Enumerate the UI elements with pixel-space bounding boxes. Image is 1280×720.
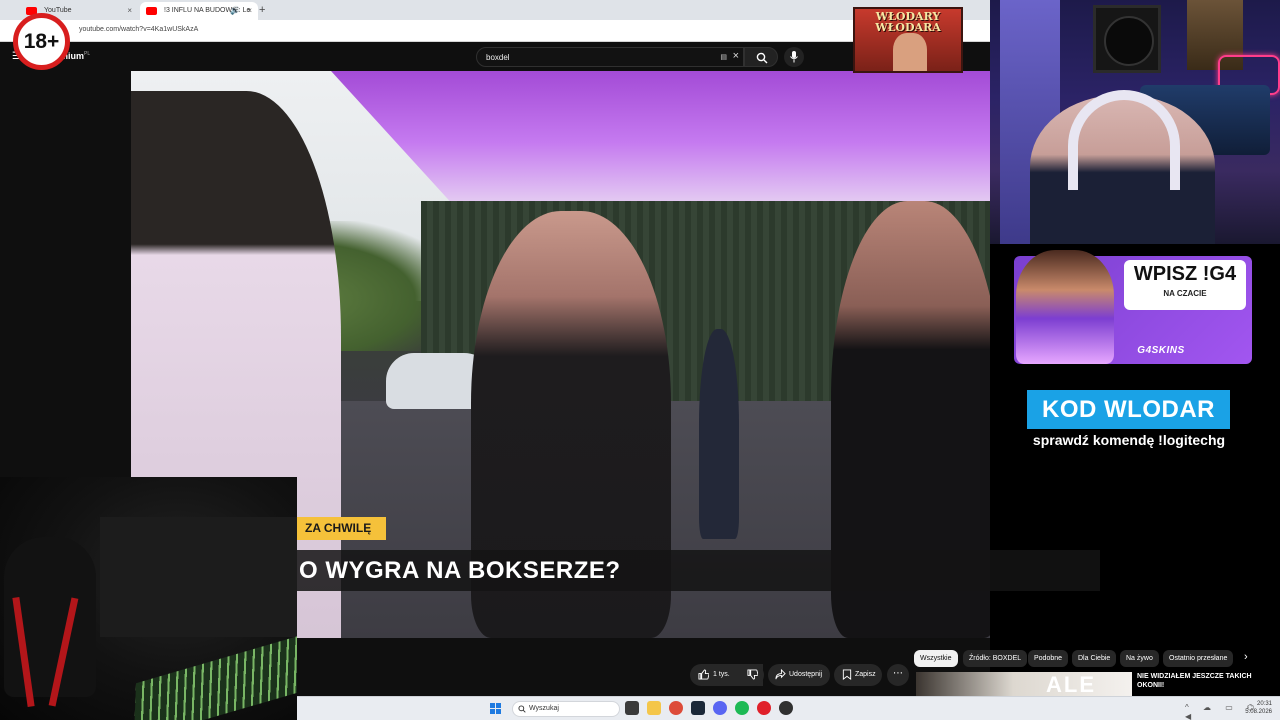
channel-logo: WŁODARY WŁODARA xyxy=(853,7,963,73)
search-icon xyxy=(518,705,526,713)
lower-third-title: O WYGRA NA BOKSERZE? xyxy=(297,550,1100,591)
chip-related[interactable]: Podobne xyxy=(1028,650,1069,667)
promo-code-box: KOD WLODAR xyxy=(1027,390,1230,429)
save-button[interactable]: Zapisz xyxy=(834,664,882,686)
cam-keyboard xyxy=(133,633,297,720)
taskbar-search-placeholder: Wyszukaj xyxy=(529,705,559,712)
streamer-webcam xyxy=(990,0,1280,244)
channel-logo-text: WŁODARY WŁODARA xyxy=(875,10,941,34)
taskbar-search[interactable]: Wyszukaj xyxy=(512,701,620,717)
search-icon xyxy=(756,52,768,64)
sponsor-subline: NA CZACIE xyxy=(1163,289,1207,298)
task-view-icon[interactable] xyxy=(625,701,639,715)
windows-start-icon[interactable] xyxy=(490,703,502,715)
search-input[interactable]: boxdel ▤ × xyxy=(476,47,744,67)
file-explorer-icon[interactable] xyxy=(647,701,661,715)
spotify-icon[interactable] xyxy=(735,701,749,715)
suggested-video[interactable]: ALE NIE WIDZIAŁEM JESZCZE TAKICH OKONII! xyxy=(914,670,1280,697)
tab-close-icon[interactable]: × xyxy=(127,2,132,20)
chip-for-you[interactable]: Dla Ciebie xyxy=(1072,650,1117,667)
keyboard-camera xyxy=(0,477,297,720)
save-bookmark-icon xyxy=(842,669,852,680)
video-person-bg xyxy=(699,329,739,539)
region-label: PL xyxy=(84,51,91,57)
address-bar[interactable]: youtube.com/watch?v=4Ka1wUSkAzA xyxy=(0,20,990,42)
sponsor-callout: WPISZ !G4 NA CZACIE xyxy=(1124,260,1246,310)
speaker-icon[interactable]: 🔊 xyxy=(230,2,240,20)
search-button[interactable] xyxy=(744,47,778,67)
tab-video[interactable]: !3 INFLU NA BUDOWIE: Le 🔊 × xyxy=(140,2,258,20)
thumbs-down-icon xyxy=(747,669,758,680)
chip-live[interactable]: Na żywo xyxy=(1120,650,1159,667)
chip-source[interactable]: Źródło: BOXDEL xyxy=(963,650,1028,667)
discord-icon[interactable] xyxy=(713,701,727,715)
sponsor-headline: WPISZ !G4 xyxy=(1133,263,1237,285)
age-rating-badge: 18+ xyxy=(13,13,70,70)
clear-search-icon[interactable]: × xyxy=(733,50,739,62)
thumbnail-text: ALE xyxy=(1046,672,1096,697)
chip-all[interactable]: Wszystkie xyxy=(914,650,958,667)
youtube-header: ☰ miumPL boxdel ▤ × xyxy=(0,43,990,71)
keyboard-icon[interactable]: ▤ xyxy=(720,53,727,61)
dislike-button[interactable] xyxy=(740,664,764,686)
like-count: 1 tys. xyxy=(713,671,730,678)
sponsor-brand: G4SKINS xyxy=(1137,345,1185,356)
app-icon[interactable] xyxy=(757,701,771,715)
clock-date: 5.08.2026 xyxy=(1245,709,1272,715)
youtube-favicon-icon xyxy=(146,7,157,15)
chip-recent[interactable]: Ostatnio przesłane xyxy=(1163,650,1234,667)
new-tab-button[interactable]: + xyxy=(259,2,265,18)
more-actions-button[interactable]: ⋯ xyxy=(887,664,909,686)
promo-code-hint: sprawdź komendę !logitechg xyxy=(1032,432,1226,448)
chrome-icon[interactable] xyxy=(669,701,683,715)
filter-chips: Wszystkie Źródło: BOXDEL Podobne Dla Cie… xyxy=(914,650,1280,668)
microphone-icon xyxy=(790,51,798,63)
voice-search-button[interactable] xyxy=(784,47,804,67)
clock-time: 20:31 xyxy=(1256,701,1272,707)
save-label: Zapisz xyxy=(855,671,876,678)
tab-close-icon[interactable]: × xyxy=(247,2,252,20)
suggested-title[interactable]: NIE WIDZIAŁEM JESZCZE TAKICH OKONII! xyxy=(1137,672,1277,690)
share-button[interactable]: Udostępnij xyxy=(768,664,830,686)
chevron-right-icon[interactable]: › xyxy=(1244,651,1248,663)
headset-icon xyxy=(1068,90,1180,190)
share-label: Udostępnij xyxy=(789,671,823,678)
webcam-vinyl-frame xyxy=(1093,5,1161,73)
channel-logo-figure xyxy=(893,33,927,71)
tab-bar: YouTube × !3 INFLU NA BUDOWIE: Le 🔊 × + xyxy=(0,0,990,20)
url-text[interactable]: youtube.com/watch?v=4Ka1wUSkAzA xyxy=(79,26,198,33)
steam-icon[interactable] xyxy=(691,701,705,715)
cam-desk xyxy=(100,517,297,637)
share-icon xyxy=(775,669,786,680)
obs-icon[interactable] xyxy=(779,701,793,715)
sponsor-banner: WPISZ !G4 NA CZACIE G4SKINS xyxy=(1010,250,1255,368)
suggested-thumbnail[interactable]: ALE xyxy=(916,672,1132,697)
search-query[interactable]: boxdel xyxy=(486,53,510,62)
lower-third-badge: ZA CHWILĘ xyxy=(297,517,386,540)
clock[interactable]: 20:31 5.08.2026 xyxy=(1245,700,1272,716)
thumbs-up-icon xyxy=(698,669,709,680)
windows-taskbar: Wyszukaj ^ ☁ ▭ ⌬ ◀ 20:31 5.08.2026 xyxy=(297,696,1280,720)
